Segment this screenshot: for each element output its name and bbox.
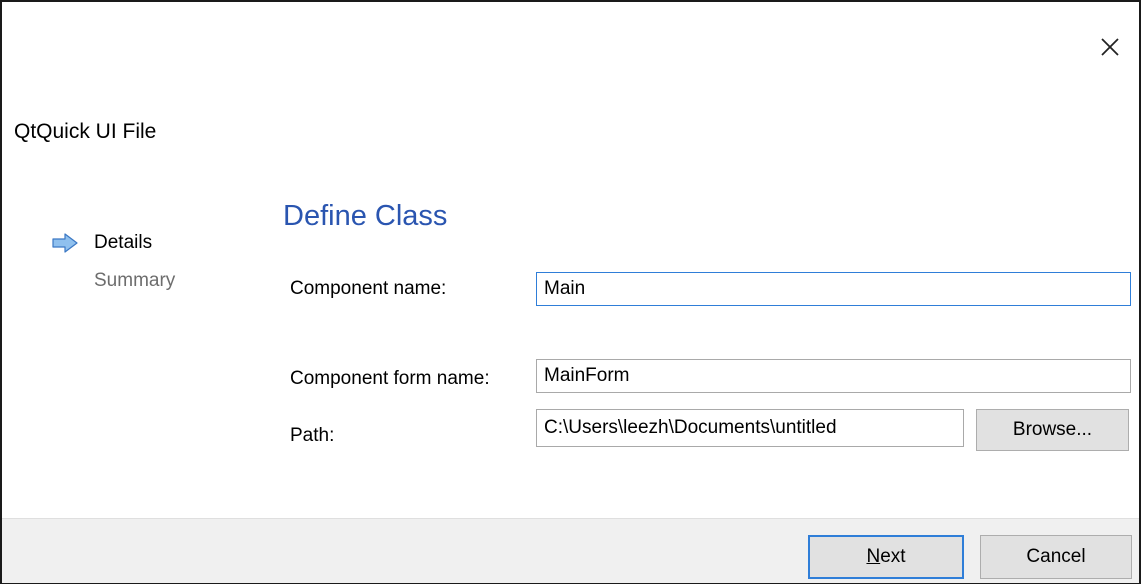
next-button-label: ext (880, 546, 906, 567)
page-heading: Define Class (283, 200, 448, 232)
close-button[interactable] (1095, 32, 1125, 62)
cancel-button[interactable]: Cancel (980, 535, 1132, 579)
next-button-mnemonic: N (866, 546, 881, 567)
step-details-label: Details (94, 232, 153, 253)
step-details: Details (52, 232, 152, 254)
step-summary: Summary (94, 270, 176, 291)
path-input[interactable] (536, 409, 964, 447)
next-button[interactable]: Next (808, 535, 964, 579)
window-title: QtQuick UI File (14, 120, 157, 143)
component-name-label: Component name: (290, 278, 447, 299)
close-icon (1101, 38, 1119, 56)
component-form-name-input[interactable] (536, 359, 1131, 393)
path-label: Path: (290, 425, 335, 446)
dialog-footer (2, 518, 1139, 583)
wizard-dialog: QtQuick UI File Details Summary Define C… (0, 0, 1141, 584)
component-name-input[interactable] (536, 272, 1131, 306)
component-form-name-label: Component form name: (290, 368, 490, 389)
browse-button[interactable]: Browse... (976, 409, 1129, 451)
arrow-right-icon (52, 233, 78, 253)
